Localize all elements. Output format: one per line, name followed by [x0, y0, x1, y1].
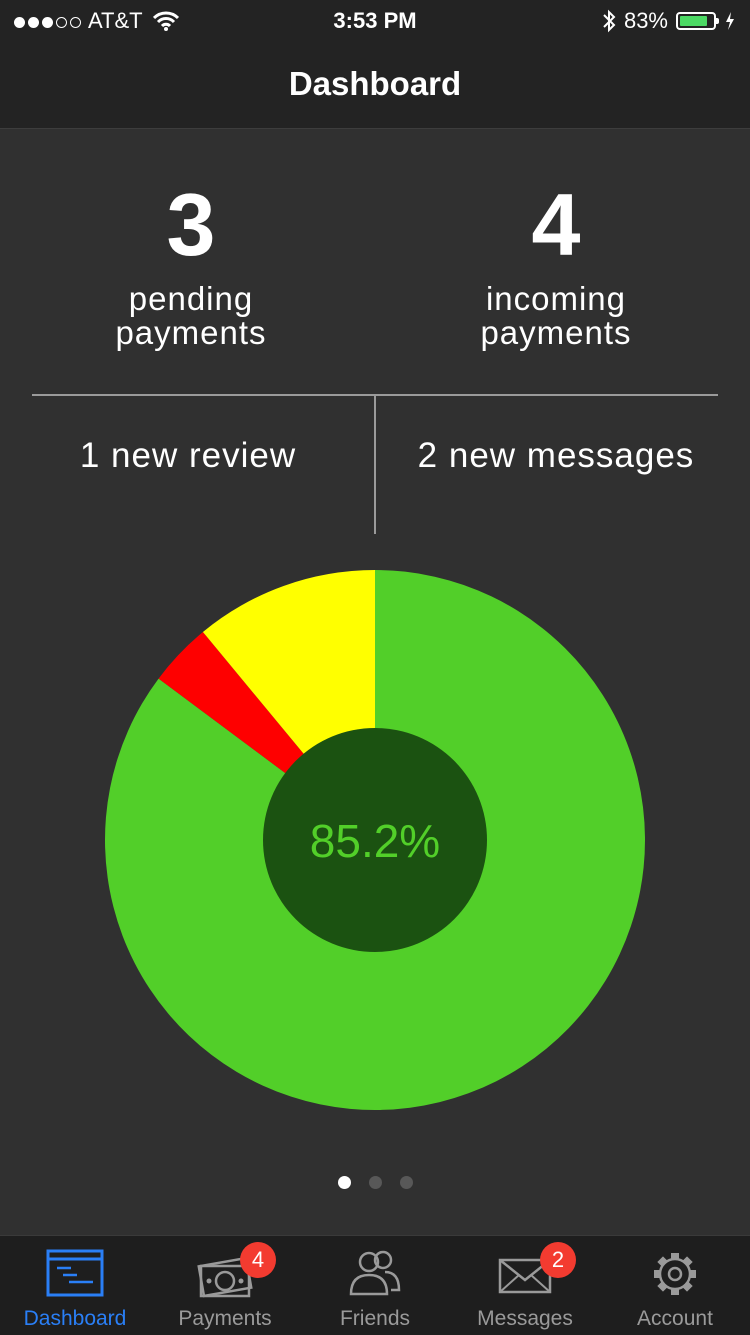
- pending-payments-count: 3: [166, 175, 216, 274]
- divider-vertical: [374, 396, 376, 534]
- gear-tooth: [654, 1270, 661, 1278]
- status-right: 83%: [602, 8, 736, 34]
- tab-dashboard-label: Dashboard: [23, 1307, 127, 1330]
- tab-messages-label: Messages: [477, 1307, 573, 1330]
- tab-payments-label: Payments: [178, 1307, 272, 1330]
- gear-icon: [654, 1253, 696, 1295]
- payments-badge: 4: [240, 1242, 276, 1278]
- battery-percent: 83%: [623, 8, 668, 33]
- tab-friends[interactable]: Friends: [300, 1236, 450, 1335]
- page-indicator[interactable]: [0, 1176, 750, 1194]
- page-title: Dashboard: [288, 65, 462, 102]
- tab-messages[interactable]: 2 Messages: [450, 1236, 600, 1335]
- dashboard-icon: [46, 1249, 104, 1297]
- friends-icon: [349, 1250, 401, 1296]
- tab-payments[interactable]: 4 Payments: [150, 1236, 300, 1335]
- gear-tooth: [689, 1270, 696, 1278]
- navigation-bar: Dashboard: [0, 40, 750, 129]
- tab-account-label: Account: [637, 1307, 713, 1330]
- tab-friends-label: Friends: [339, 1307, 411, 1330]
- messages-badge: 2: [540, 1242, 576, 1278]
- payments-pie-chart[interactable]: 85.2%: [104, 569, 646, 1111]
- status-bar: AT&T 3:53 PM 83%: [0, 0, 750, 40]
- new-reviews-link[interactable]: 1 new review: [28, 436, 348, 476]
- page-dot[interactable]: [368, 1176, 382, 1189]
- incoming-payments-stat[interactable]: 4 incoming payments: [373, 180, 739, 350]
- gear-tooth: [657, 1281, 668, 1292]
- gear-tooth: [671, 1253, 679, 1260]
- tab-dashboard[interactable]: Dashboard: [0, 1236, 150, 1335]
- chart-center-percent: 85.2%: [310, 815, 440, 867]
- gear-tooth: [682, 1256, 693, 1267]
- gear-tooth: [657, 1256, 668, 1267]
- incoming-payments-label: incoming payments: [480, 280, 632, 351]
- pending-payments-label: pending payments: [115, 280, 267, 351]
- pending-payments-stat[interactable]: 3 pending payments: [8, 180, 374, 350]
- bluetooth-icon: [603, 9, 616, 33]
- tab-bar: Dashboard 4 Payments Friends 2 Messages: [0, 1235, 750, 1335]
- battery-icon: [676, 12, 719, 30]
- page-dot[interactable]: [399, 1176, 413, 1189]
- gear-tooth: [682, 1281, 693, 1292]
- gear-tooth: [671, 1288, 679, 1295]
- incoming-payments-count: 4: [531, 175, 581, 274]
- new-messages-link[interactable]: 2 new messages: [386, 436, 726, 476]
- charging-icon: [726, 12, 734, 30]
- page-dot[interactable]: [337, 1176, 351, 1189]
- tab-account[interactable]: Account: [600, 1236, 750, 1335]
